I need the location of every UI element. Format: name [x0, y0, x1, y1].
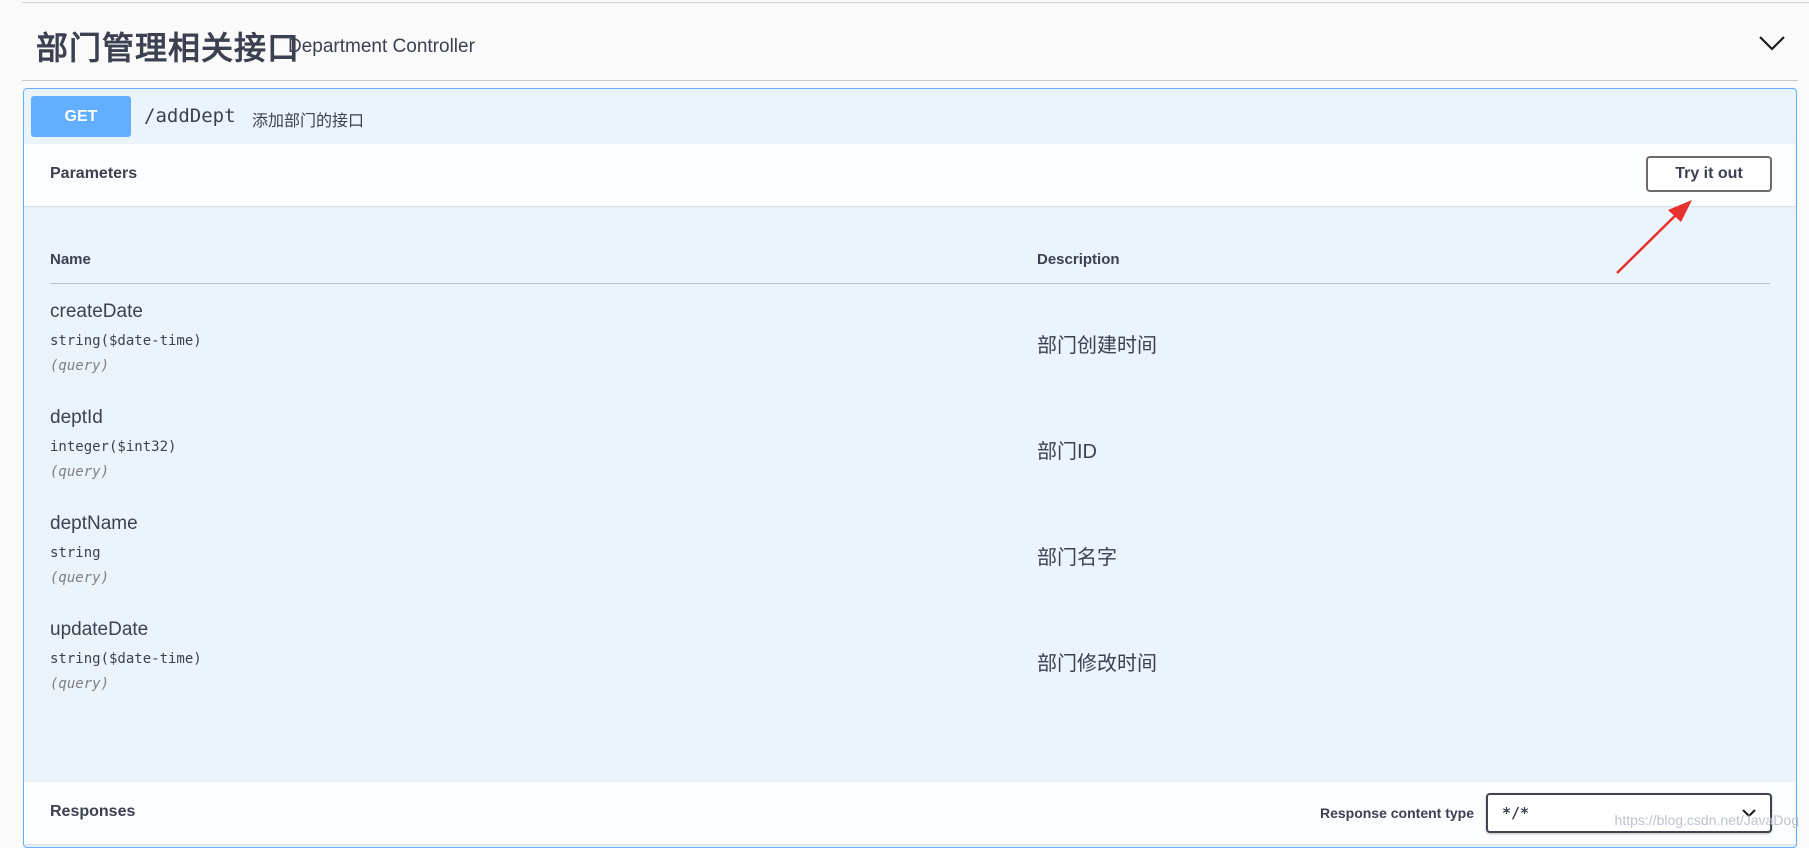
parameter-row: createDate string($date-time) (query) 部门… — [50, 301, 1770, 393]
parameters-table-header: Name Description — [50, 251, 1770, 284]
parameter-row: deptId integer($int32) (query) 部门ID — [50, 407, 1770, 499]
parameter-location: (query) — [50, 676, 110, 692]
parameter-name: updateDate — [50, 619, 149, 640]
parameters-header: Parameters Try it out — [24, 144, 1796, 206]
operation-path: /addDept — [144, 105, 236, 127]
parameter-description: 部门名字 — [1037, 547, 1117, 569]
parameter-name: deptName — [50, 513, 138, 534]
tag-description: Department Controller — [288, 36, 475, 57]
responses-title: Responses — [50, 803, 136, 820]
opblock-summary[interactable]: GET /addDept 添加部门的接口 — [24, 89, 1796, 145]
chevron-down-icon[interactable] — [1758, 35, 1786, 51]
select-value: */* — [1502, 804, 1530, 822]
column-description-header: Description — [1037, 251, 1120, 268]
parameter-name: deptId — [50, 407, 103, 428]
responses-header: Responses Response content type */* — [24, 782, 1796, 844]
response-content-type-label: Response content type — [1319, 805, 1474, 821]
parameter-type: string($date-time) — [50, 333, 202, 349]
parameter-type: integer($int32) — [50, 439, 177, 455]
parameter-location: (query) — [50, 570, 110, 586]
parameter-description: 部门ID — [1037, 441, 1097, 463]
parameter-row: deptName string (query) 部门名字 — [50, 513, 1770, 605]
tag-header[interactable]: 部门管理相关接口 Department Controller — [22, 3, 1798, 81]
parameter-description: 部门修改时间 — [1037, 653, 1157, 675]
parameter-type: string($date-time) — [50, 651, 202, 667]
try-it-out-button[interactable]: Try it out — [1646, 156, 1772, 192]
parameter-row: updateDate string($date-time) (query) 部门… — [50, 619, 1770, 711]
parameters-title: Parameters — [50, 165, 138, 182]
opblock-get: GET /addDept 添加部门的接口 Parameters Try it o… — [23, 88, 1797, 848]
parameter-name: createDate — [50, 301, 143, 322]
parameter-location: (query) — [50, 358, 110, 374]
parameter-location: (query) — [50, 464, 110, 480]
parameter-description: 部门创建时间 — [1037, 335, 1157, 357]
operation-summary: 添加部门的接口 — [252, 113, 365, 130]
tag-title: 部门管理相关接口 — [36, 30, 301, 66]
method-badge: GET — [31, 96, 131, 137]
column-name-header: Name — [50, 251, 91, 268]
parameter-type: string — [50, 545, 101, 561]
watermark: https://blog.csdn.net/JavaDog — [1614, 812, 1799, 828]
